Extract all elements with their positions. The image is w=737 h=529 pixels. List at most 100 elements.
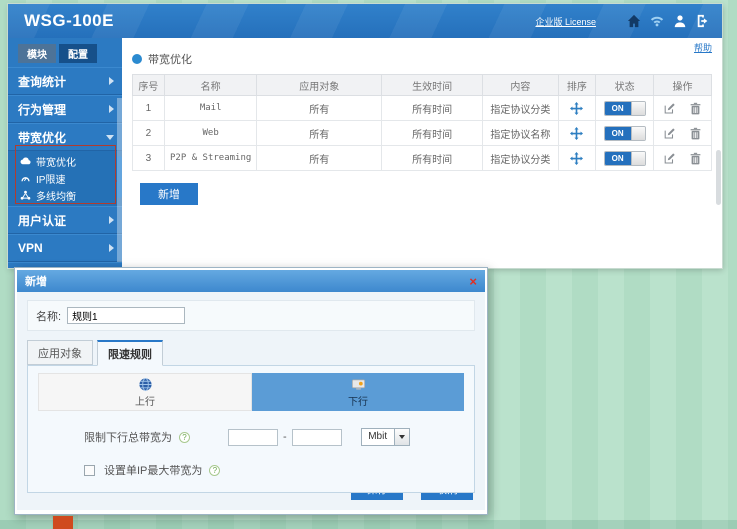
status-toggle[interactable]: ON [604, 151, 646, 166]
help-link[interactable]: 帮助 [694, 41, 712, 54]
chevron-right-icon [109, 244, 114, 252]
caret-down-icon [399, 435, 405, 439]
sort-move-icon[interactable] [570, 102, 583, 115]
status-toggle[interactable]: ON [604, 101, 646, 116]
cell-no: 2 [133, 121, 165, 146]
col-header: 生效时间 [381, 75, 482, 96]
unit-dropdown-button[interactable] [395, 428, 410, 446]
submenu-item-bandwidth-opt[interactable]: 带宽优化 [8, 153, 122, 170]
col-header: 内容 [483, 75, 558, 96]
sidebar-tab-config[interactable]: 配置 [59, 44, 97, 63]
modal-tabs: 应用对象 限速规则 [27, 340, 475, 365]
user-icon[interactable] [673, 14, 687, 28]
help-question-icon[interactable]: ? [209, 465, 220, 476]
sidebar-item-label: 行为管理 [18, 101, 66, 118]
globe-icon [138, 377, 153, 392]
col-header: 名称 [164, 75, 257, 96]
cell-content: 指定协议名称 [483, 121, 558, 146]
sort-move-icon[interactable] [570, 152, 583, 165]
license-link[interactable]: 企业版 License [535, 15, 596, 28]
desktop-orange-block [53, 516, 73, 529]
edit-icon[interactable] [663, 152, 676, 165]
sidebar-item-label: 带宽优化 [18, 129, 66, 146]
tab-speed-rule[interactable]: 限速规则 [97, 340, 163, 366]
sidebar-item-behavior-mgmt[interactable]: 行为管理 [8, 95, 122, 123]
main-content: 帮助 带宽优化 序号 名称 应用对象 生效时间 内容 排序 [122, 38, 722, 268]
edit-icon[interactable] [663, 102, 676, 115]
load-balance-icon [20, 190, 31, 201]
edit-icon[interactable] [663, 127, 676, 140]
bandwidth-icon [20, 156, 31, 167]
col-header: 排序 [558, 75, 596, 96]
content-scrollbar-thumb[interactable] [716, 150, 721, 205]
toggle-on-label: ON [605, 127, 631, 140]
segment-downstream[interactable]: 下行 [252, 373, 464, 411]
logout-icon[interactable] [696, 14, 710, 28]
bandwidth-max-input[interactable] [292, 429, 342, 446]
cell-target: 所有 [257, 96, 381, 121]
page-title-dot-icon [132, 54, 142, 64]
home-icon[interactable] [627, 14, 641, 28]
toggle-knob [631, 127, 645, 140]
submenu-item-ip-limit[interactable]: IP限速 [8, 170, 122, 187]
range-separator: - [283, 431, 287, 443]
sort-move-icon[interactable] [570, 127, 583, 140]
chevron-right-icon [109, 105, 114, 113]
sidebar: 模块 配置 查询统计 行为管理 带宽优化 带宽优化 [8, 38, 122, 268]
col-header: 状态 [596, 75, 654, 96]
sidebar-item-bandwidth-opt[interactable]: 带宽优化 [8, 123, 122, 151]
add-rule-button[interactable]: 新增 [140, 183, 198, 205]
name-row: 名称: [27, 300, 475, 331]
col-header: 操作 [654, 75, 712, 96]
rules-table: 序号 名称 应用对象 生效时间 内容 排序 状态 操作 1 Mail 所有 [132, 74, 712, 171]
wifi-icon[interactable] [650, 14, 664, 28]
modal-body: 名称: 应用对象 限速规则 上行 下行 限制下行总带宽为 ? [17, 292, 485, 510]
cell-time: 所有时间 [381, 96, 482, 121]
bandwidth-limit-label: 限制下行总带宽为 [84, 429, 172, 445]
toggle-on-label: ON [605, 152, 631, 165]
table-row: 3 P2P & Streaming 所有 所有时间 指定协议分类 ON [133, 146, 712, 171]
submenu-item-label: 多线均衡 [36, 188, 76, 203]
col-header: 应用对象 [257, 75, 381, 96]
monitor-icon [351, 377, 366, 392]
cell-time: 所有时间 [381, 146, 482, 171]
cell-name: Mail [164, 96, 257, 121]
chevron-down-icon [106, 135, 114, 140]
speed-rule-panel: 上行 下行 限制下行总带宽为 ? - Mbit [27, 365, 475, 493]
rule-name-input[interactable] [67, 307, 185, 324]
per-ip-label: 设置单IP最大带宽为 [104, 462, 202, 478]
sidebar-item-vpn[interactable]: VPN [8, 234, 122, 262]
app-window: WSG-100E 企业版 License 模块 配置 查询 [8, 4, 722, 268]
chevron-right-icon [109, 77, 114, 85]
close-icon[interactable]: × [469, 275, 477, 288]
help-question-icon[interactable]: ? [179, 432, 190, 443]
bandwidth-submenu: 带宽优化 IP限速 多线均衡 [8, 151, 122, 206]
col-header: 序号 [133, 75, 165, 96]
modal-titlebar: 新增 × [17, 270, 485, 292]
desktop-bottom-band [0, 520, 737, 529]
unit-select[interactable]: Mbit [361, 428, 410, 446]
delete-icon[interactable] [689, 152, 702, 165]
new-rule-modal: 新增 × 名称: 应用对象 限速规则 上行 下行 限制下行总 [14, 267, 488, 515]
bandwidth-min-input[interactable] [228, 429, 278, 446]
submenu-item-multiline-balance[interactable]: 多线均衡 [8, 187, 122, 204]
toggle-on-label: ON [605, 102, 631, 115]
table-row: 2 Web 所有 所有时间 指定协议名称 ON [133, 121, 712, 146]
toggle-knob [631, 102, 645, 115]
segment-upstream-label: 上行 [135, 393, 155, 408]
table-header-row: 序号 名称 应用对象 生效时间 内容 排序 状态 操作 [133, 75, 712, 96]
per-ip-checkbox[interactable] [84, 465, 95, 476]
sidebar-item-query-stats[interactable]: 查询统计 [8, 67, 122, 95]
cell-name: P2P & Streaming [164, 146, 257, 171]
app-header: WSG-100E 企业版 License [8, 4, 722, 38]
submenu-item-label: 带宽优化 [36, 154, 76, 169]
modal-title-text: 新增 [25, 273, 47, 289]
delete-icon[interactable] [689, 102, 702, 115]
tab-apply-target[interactable]: 应用对象 [27, 340, 93, 365]
per-ip-row: 设置单IP最大带宽为 ? [84, 462, 466, 478]
status-toggle[interactable]: ON [604, 126, 646, 141]
delete-icon[interactable] [689, 127, 702, 140]
sidebar-item-user-auth[interactable]: 用户认证 [8, 206, 122, 234]
segment-upstream[interactable]: 上行 [38, 373, 252, 411]
sidebar-tab-module[interactable]: 模块 [18, 44, 56, 63]
